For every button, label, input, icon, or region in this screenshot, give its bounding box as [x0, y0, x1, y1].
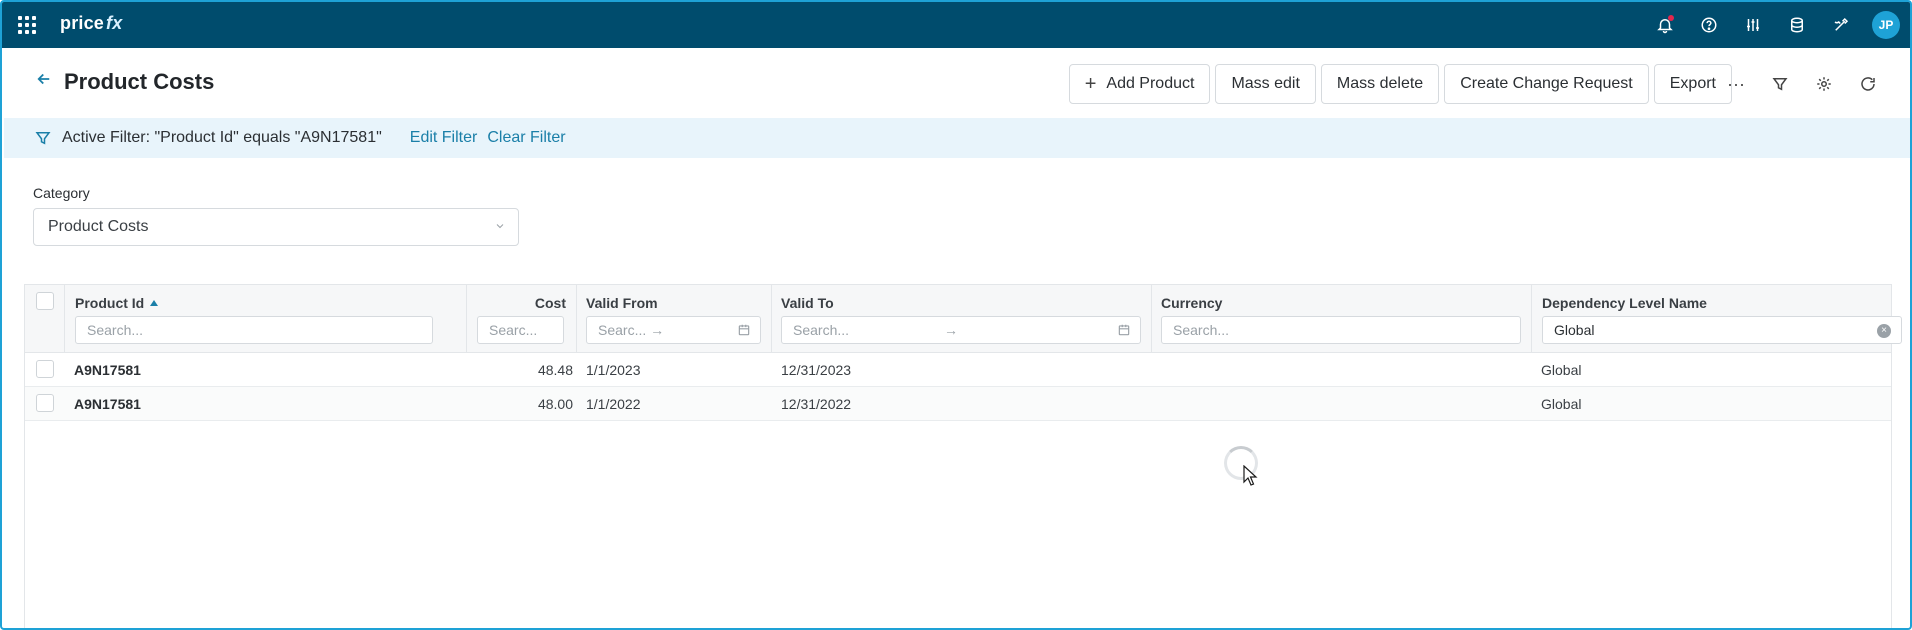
calendar-icon — [1118, 324, 1130, 336]
page-title: Product Costs — [64, 69, 215, 94]
plus-icon: + — [1084, 73, 1097, 95]
tools-icon[interactable] — [1828, 12, 1854, 38]
column-header-valid-from[interactable]: Valid From — [586, 295, 658, 311]
column-header-currency[interactable]: Currency — [1161, 295, 1222, 311]
column-valid-to: Valid To Search... → — [772, 285, 1152, 353]
column-cost: Cost Searc... — [467, 285, 577, 353]
header-actions: + Add Product Mass edit Mass delete Crea… — [1068, 64, 1732, 104]
column-dependency-level-name: Dependency Level Name Global × — [1532, 285, 1902, 353]
create-change-request-button[interactable]: Create Change Request — [1444, 64, 1649, 104]
sort-ascending-icon — [150, 300, 159, 306]
refresh-icon[interactable] — [1856, 72, 1880, 96]
database-icon[interactable] — [1784, 12, 1810, 38]
mass-edit-button[interactable]: Mass edit — [1215, 64, 1316, 104]
app-launcher-grid-icon[interactable] — [18, 16, 36, 34]
cell-product-id: A9N17581 — [74, 396, 141, 412]
column-header-product-id[interactable]: Product Id — [75, 295, 159, 311]
cell-cost: 48.48 — [537, 362, 573, 378]
grid-header: Product Id Search... Cost Searc... Valid… — [25, 285, 1902, 353]
column-currency: Currency Search... — [1152, 285, 1532, 353]
category-label: Category — [33, 185, 90, 201]
cost-search-input[interactable]: Searc... — [477, 316, 564, 344]
add-product-label: Add Product — [1106, 75, 1195, 92]
edit-filter-link[interactable]: Edit Filter — [410, 129, 478, 147]
category-select[interactable]: Product Costs — [33, 208, 519, 246]
app-window: price fx JP Product Costs + Add Product … — [0, 0, 1912, 630]
cell-product-id: A9N17581 — [74, 362, 141, 378]
calendar-icon — [738, 324, 750, 336]
column-header-valid-to[interactable]: Valid To — [781, 295, 834, 311]
clear-filter-link[interactable]: Clear Filter — [487, 129, 565, 147]
mouse-pointer-icon — [1243, 465, 1258, 486]
row-select-checkbox[interactable] — [36, 360, 54, 378]
export-button[interactable]: Export — [1653, 64, 1732, 104]
product-id-search-input[interactable]: Search... — [75, 316, 433, 344]
active-filter-bar: Active Filter: "Product Id" equals "A9N1… — [4, 118, 1910, 158]
clear-input-icon[interactable]: × — [1877, 324, 1891, 338]
select-all-checkbox[interactable] — [36, 292, 54, 310]
row-select-checkbox[interactable] — [36, 394, 54, 412]
currency-search-input[interactable]: Search... — [1161, 316, 1521, 344]
back-arrow-icon[interactable] — [35, 70, 53, 88]
notifications-bell-icon[interactable] — [1652, 12, 1678, 38]
settings-sliders-icon[interactable] — [1740, 12, 1766, 38]
select-column — [25, 285, 65, 353]
user-avatar[interactable]: JP — [1872, 11, 1900, 39]
cell-valid-from: 1/1/2022 — [586, 396, 641, 412]
column-header-dependency-level-name[interactable]: Dependency Level Name — [1542, 295, 1707, 311]
column-product-id: Product Id Search... — [65, 285, 467, 353]
mass-delete-button[interactable]: Mass delete — [1320, 64, 1440, 104]
dependency-level-search-input[interactable]: Global × — [1542, 316, 1902, 344]
help-icon[interactable] — [1696, 12, 1722, 38]
valid-to-date-range-input[interactable]: Search... → — [781, 316, 1141, 344]
cell-valid-to: 12/31/2023 — [781, 362, 852, 378]
brand-suffix: fx — [106, 13, 123, 33]
cell-valid-to: 12/31/2022 — [781, 396, 852, 412]
filter-funnel-icon[interactable] — [1768, 72, 1792, 96]
more-options-icon[interactable]: ··· — [1724, 72, 1748, 96]
column-valid-from: Valid From Searc... → — [577, 285, 772, 353]
page-header: Product Costs + Add Product Mass edit Ma… — [2, 48, 1910, 118]
valid-from-date-range-input[interactable]: Searc... → — [586, 316, 761, 344]
top-navigation-bar: price fx JP — [2, 2, 1910, 48]
cell-dependency-level: Global — [1541, 396, 1582, 412]
column-header-cost[interactable]: Cost — [535, 295, 566, 311]
cell-cost: 48.00 — [537, 396, 573, 412]
chevron-down-icon — [496, 224, 504, 229]
pricefx-logo[interactable]: price fx — [60, 13, 122, 34]
notification-dot — [1668, 15, 1674, 21]
category-value: Product Costs — [48, 218, 149, 235]
cell-dependency-level: Global — [1541, 362, 1582, 378]
gear-icon[interactable] — [1812, 72, 1836, 96]
table-row[interactable]: A9N17581 48.00 1/1/2022 12/31/2022 Globa… — [25, 387, 1891, 421]
active-filter-text: Active Filter: "Product Id" equals "A9N1… — [62, 129, 382, 146]
filter-funnel-icon — [35, 132, 51, 145]
table-row[interactable]: A9N17581 48.48 1/1/2023 12/31/2023 Globa… — [25, 353, 1891, 387]
add-product-button[interactable]: + Add Product — [1068, 64, 1211, 104]
product-costs-grid: Product Id Search... Cost Searc... Valid… — [24, 284, 1902, 628]
brand-main: price — [60, 13, 105, 33]
cell-valid-from: 1/1/2023 — [586, 362, 641, 378]
